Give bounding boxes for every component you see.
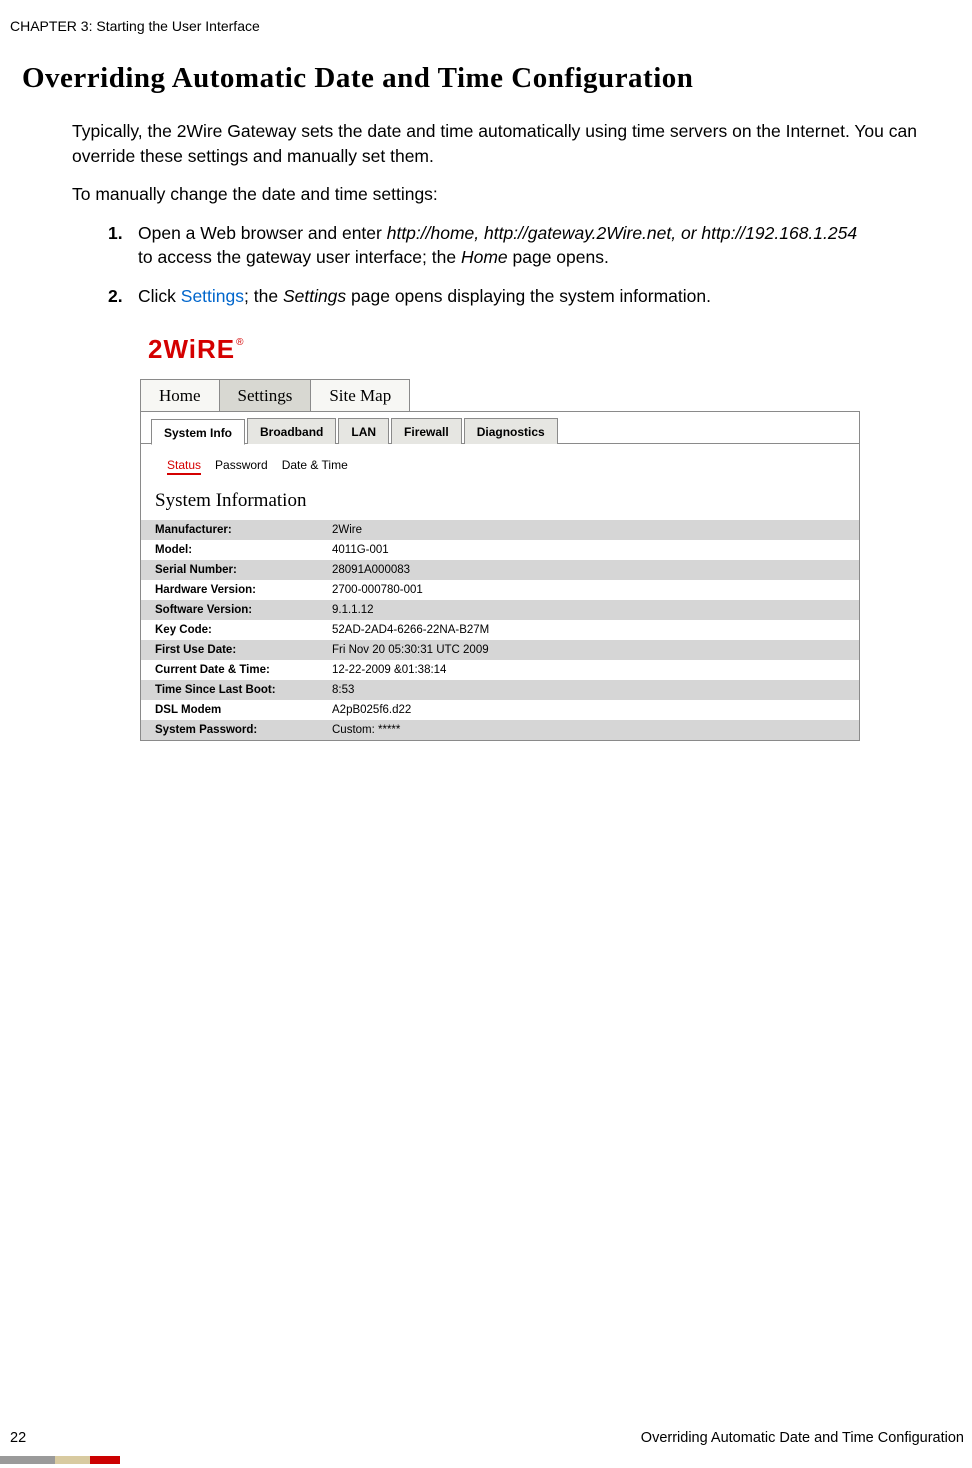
table-row: Key Code:52AD-2AD4-6266-22NA-B27M (141, 620, 859, 640)
table-row: Model:4011G-001 (141, 540, 859, 560)
subtab-system-info[interactable]: System Info (151, 419, 245, 445)
step-1-text-a: Open a Web browser and enter (138, 223, 387, 243)
step-2: 2. Click Settings; the Settings page ope… (108, 284, 862, 309)
tab-settings[interactable]: Settings (219, 379, 312, 412)
subtab-broadband[interactable]: Broadband (247, 418, 336, 444)
row-value: 52AD-2AD4-6266-22NA-B27M (326, 620, 859, 640)
row-key: Time Since Last Boot: (141, 680, 326, 700)
step-2-text-a: Click (138, 286, 181, 306)
steps-list: 1. Open a Web browser and enter http://h… (108, 221, 862, 309)
subtab-firewall[interactable]: Firewall (391, 418, 462, 444)
main-panel: System Info Broadband LAN Firewall Diagn… (140, 411, 860, 741)
row-key: Current Date & Time: (141, 660, 326, 680)
table-row: System Password:Custom: ***** (141, 720, 859, 740)
step-2-number: 2. (108, 284, 138, 309)
step-2-text-e: page opens displaying the system informa… (346, 286, 711, 306)
table-row: Manufacturer:2Wire (141, 520, 859, 540)
table-row: DSL ModemA2pB025f6.d22 (141, 700, 859, 720)
sublink-password[interactable]: Password (215, 458, 268, 472)
chapter-header: CHAPTER 3: Starting the User Interface (0, 18, 972, 34)
row-key: Serial Number: (141, 560, 326, 580)
footer-color-bar (0, 1456, 120, 1464)
step-1-body: Open a Web browser and enter http://home… (138, 221, 862, 270)
row-value: 2Wire (326, 520, 859, 540)
table-row: Software Version:9.1.1.12 (141, 600, 859, 620)
tab-home[interactable]: Home (140, 379, 220, 412)
subtab-lan[interactable]: LAN (338, 418, 389, 444)
row-value: Fri Nov 20 05:30:31 UTC 2009 (326, 640, 859, 660)
sub-links: Status Password Date & Time (141, 444, 859, 486)
sublink-status[interactable]: Status (167, 458, 201, 472)
sub-tabs: System Info Broadband LAN Firewall Diagn… (141, 418, 859, 444)
step-1: 1. Open a Web browser and enter http://h… (108, 221, 862, 270)
step-2-settings-word: Settings (283, 286, 346, 306)
row-value: 12-22-2009 &01:38:14 (326, 660, 859, 680)
table-row: Serial Number:28091A000083 (141, 560, 859, 580)
row-key: Model: (141, 540, 326, 560)
row-key: DSL Modem (141, 700, 326, 720)
logo-text: 2WiRE (148, 336, 235, 362)
table-row: Current Date & Time:12-22-2009 &01:38:14 (141, 660, 859, 680)
intro-paragraph-1: Typically, the 2Wire Gateway sets the da… (72, 119, 942, 168)
row-key: Hardware Version: (141, 580, 326, 600)
step-1-home-word: Home (461, 247, 508, 267)
twowire-logo: 2WiRE ® (148, 336, 244, 362)
tab-site-map[interactable]: Site Map (310, 379, 410, 412)
row-key: Software Version: (141, 600, 326, 620)
sublink-date-time[interactable]: Date & Time (282, 458, 348, 472)
row-value: 4011G-001 (326, 540, 859, 560)
page-footer: 22 Overriding Automatic Date and Time Co… (0, 1430, 972, 1446)
step-1-text-c: to access the gateway user interface; th… (138, 247, 461, 267)
row-value: 2700-000780-001 (326, 580, 859, 600)
row-key: System Password: (141, 720, 326, 740)
step-1-urls: http://home, http://gateway.2Wire.net, o… (387, 223, 857, 243)
row-value: Custom: ***** (326, 720, 859, 740)
section-title: System Information (141, 486, 859, 520)
row-value: 8:53 (326, 680, 859, 700)
intro-paragraph-2: To manually change the date and time set… (72, 182, 942, 207)
page-number: 22 (10, 1430, 26, 1446)
step-1-number: 1. (108, 221, 138, 270)
step-2-text-c: ; the (244, 286, 283, 306)
top-nav: Home Settings Site Map (140, 379, 860, 412)
step-2-body: Click Settings; the Settings page opens … (138, 284, 862, 309)
logo-registered-mark: ® (236, 337, 243, 348)
page-heading: Overriding Automatic Date and Time Confi… (22, 62, 972, 95)
row-key: First Use Date: (141, 640, 326, 660)
gateway-ui-screenshot: 2WiRE ® Home Settings Site Map System In… (140, 336, 860, 741)
subtab-diagnostics[interactable]: Diagnostics (464, 418, 558, 444)
row-value: 28091A000083 (326, 560, 859, 580)
footer-title: Overriding Automatic Date and Time Confi… (641, 1430, 964, 1446)
step-1-text-e: page opens. (508, 247, 609, 267)
row-value: A2pB025f6.d22 (326, 700, 859, 720)
row-key: Manufacturer: (141, 520, 326, 540)
table-row: Time Since Last Boot:8:53 (141, 680, 859, 700)
table-row: Hardware Version:2700-000780-001 (141, 580, 859, 600)
system-info-table: Manufacturer:2Wire Model:4011G-001 Seria… (141, 520, 859, 740)
table-row: First Use Date:Fri Nov 20 05:30:31 UTC 2… (141, 640, 859, 660)
row-value: 9.1.1.12 (326, 600, 859, 620)
row-key: Key Code: (141, 620, 326, 640)
step-2-settings-link: Settings (181, 286, 244, 306)
sub-header: System Info Broadband LAN Firewall Diagn… (141, 412, 859, 444)
